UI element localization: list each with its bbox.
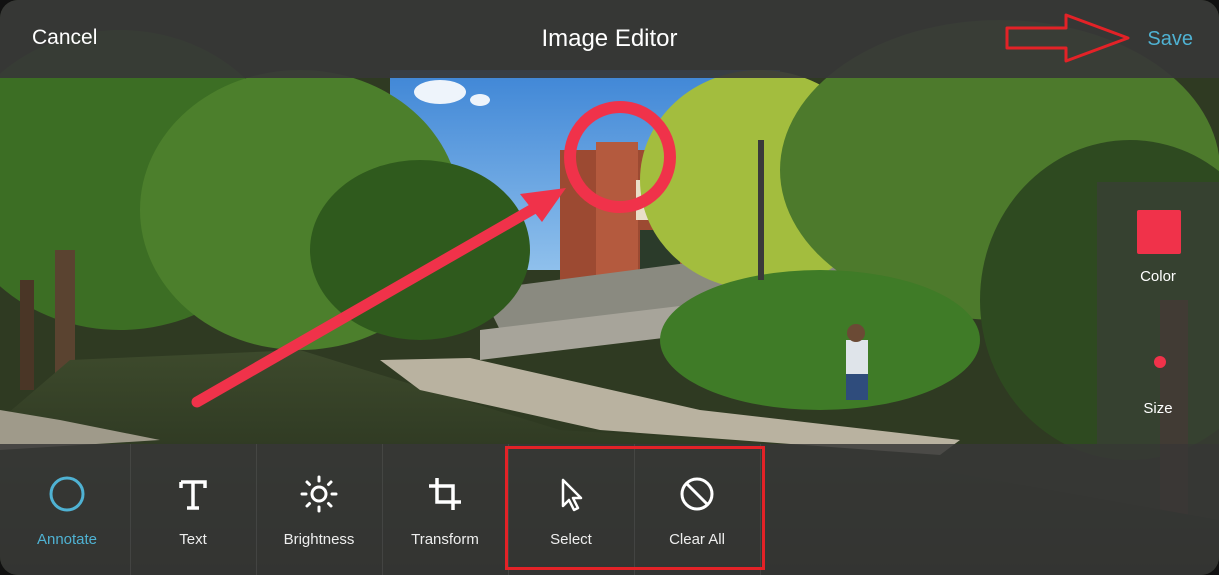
arrow-annotation [191,188,566,408]
save-callout-arrow [1005,13,1130,63]
circle-annotation [564,101,676,213]
select-clear-highlight-box [505,446,765,570]
